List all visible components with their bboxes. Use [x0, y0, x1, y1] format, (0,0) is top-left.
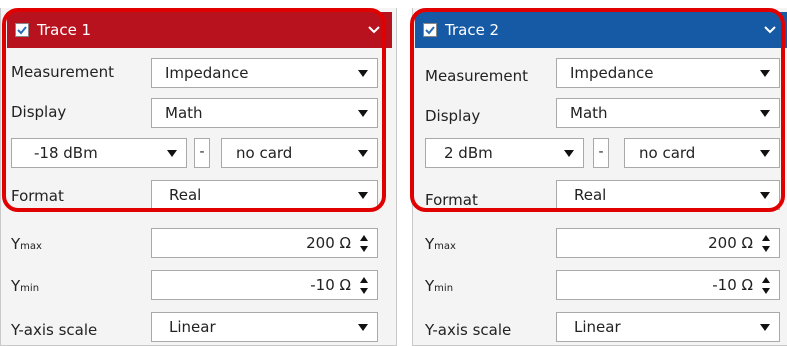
measurement-dropdown[interactable]: Impedance — [556, 58, 780, 88]
ymin-subscript: min — [434, 283, 454, 294]
caret-down-icon — [167, 150, 177, 157]
ymin-spinbox[interactable]: -10 Ω — [151, 270, 378, 300]
format-value: Real — [169, 186, 202, 204]
caret-down-icon — [358, 324, 368, 331]
minus-button[interactable]: - — [194, 138, 210, 168]
ymin-letter: Y — [425, 277, 435, 295]
checkbox-checked-icon[interactable] — [423, 23, 437, 37]
ymin-spinbox[interactable]: -10 Ω — [556, 270, 780, 300]
chevron-down-icon[interactable] — [366, 22, 382, 38]
ymax-value: 200 Ω — [708, 234, 753, 252]
caret-down-icon — [358, 192, 368, 199]
ymax-value: 200 Ω — [306, 234, 351, 252]
display-label: Display — [11, 103, 67, 121]
trace-1-panel: Trace 1 Measurement Impedance Display Ma… — [0, 8, 397, 346]
display-value: Math — [165, 104, 203, 122]
ymin-letter: Y — [11, 277, 21, 295]
caret-down-icon — [358, 150, 368, 157]
format-value: Real — [574, 186, 607, 204]
measurement-label: Measurement — [11, 63, 114, 81]
caret-down-icon — [760, 192, 770, 199]
ymin-value: -10 Ω — [712, 276, 753, 294]
trace-2-title: Trace 2 — [445, 21, 500, 39]
spinner-arrows-icon[interactable] — [360, 235, 369, 252]
caret-down-icon — [760, 110, 770, 117]
display-dropdown[interactable]: Math — [151, 98, 378, 128]
display-dropdown[interactable]: Math — [556, 98, 780, 128]
measurement-value: Impedance — [570, 64, 654, 82]
card-dropdown[interactable]: no card — [221, 138, 378, 168]
power-value: 2 dBm — [444, 144, 493, 162]
measurement-dropdown[interactable]: Impedance — [151, 58, 378, 88]
card-value: no card — [236, 144, 293, 162]
ymin-label: Ymin — [11, 276, 39, 299]
measurement-label: Measurement — [425, 67, 528, 85]
yscale-value: Linear — [169, 318, 216, 336]
ymin-value: -10 Ω — [310, 276, 351, 294]
format-dropdown[interactable]: Real — [151, 180, 378, 210]
trace-2-panel: Trace 2 Measurement Impedance Display Ma… — [412, 8, 787, 346]
chevron-down-icon[interactable] — [762, 22, 778, 38]
caret-down-icon — [358, 70, 368, 77]
measurement-value: Impedance — [165, 64, 249, 82]
caret-down-icon — [564, 150, 574, 157]
caret-down-icon — [760, 324, 770, 331]
trace-1-header[interactable]: Trace 1 — [7, 12, 392, 48]
ymax-subscript: max — [20, 241, 42, 252]
ymax-letter: Y — [11, 235, 21, 253]
yscale-dropdown[interactable]: Linear — [151, 312, 378, 342]
trace-1-title: Trace 1 — [37, 21, 92, 39]
ymax-letter: Y — [425, 235, 435, 253]
format-label: Format — [11, 187, 64, 205]
ymin-subscript: min — [20, 283, 40, 294]
checkbox-checked-icon[interactable] — [15, 23, 29, 37]
ymax-label: Ymax — [11, 234, 42, 257]
minus-button[interactable]: - — [593, 138, 609, 168]
display-value: Math — [570, 104, 608, 122]
ymax-spinbox[interactable]: 200 Ω — [556, 228, 780, 258]
caret-down-icon — [760, 70, 770, 77]
format-dropdown[interactable]: Real — [556, 180, 780, 210]
spinner-arrows-icon[interactable] — [762, 277, 771, 294]
trace-2-header[interactable]: Trace 2 — [415, 12, 787, 48]
card-value: no card — [639, 144, 696, 162]
yscale-dropdown[interactable]: Linear — [556, 312, 780, 342]
spinner-arrows-icon[interactable] — [360, 277, 369, 294]
spinner-arrows-icon[interactable] — [762, 235, 771, 252]
power-dropdown[interactable]: -18 dBm — [11, 138, 187, 168]
ymax-subscript: max — [434, 241, 456, 252]
ymax-label: Ymax — [425, 234, 456, 257]
card-dropdown[interactable]: no card — [624, 138, 780, 168]
yscale-value: Linear — [574, 318, 621, 336]
yscale-label: Y-axis scale — [425, 321, 512, 339]
power-value: -18 dBm — [34, 144, 98, 162]
caret-down-icon — [358, 110, 368, 117]
format-label: Format — [425, 191, 478, 209]
power-dropdown[interactable]: 2 dBm — [425, 138, 584, 168]
display-label: Display — [425, 107, 481, 125]
ymax-spinbox[interactable]: 200 Ω — [151, 228, 378, 258]
ymin-label: Ymin — [425, 276, 453, 299]
caret-down-icon — [760, 150, 770, 157]
yscale-label: Y-axis scale — [11, 321, 98, 339]
